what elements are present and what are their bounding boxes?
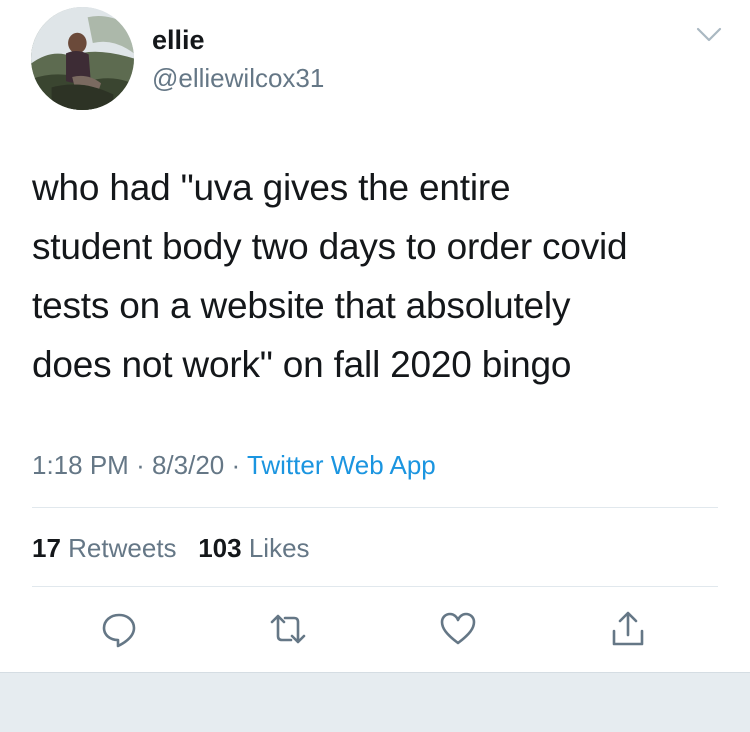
tweet-line: student body two days to order covid — [32, 226, 628, 267]
tweet-line: who had "uva gives the entire — [32, 167, 511, 208]
display-name[interactable]: ellie — [152, 24, 205, 56]
tweet-stats: 17 Retweets 103 Likes — [32, 532, 310, 564]
divider — [32, 507, 718, 508]
tweet-line: tests on a website that absolutely — [32, 285, 571, 326]
retweet-icon — [270, 614, 306, 644]
share-button[interactable] — [608, 609, 648, 649]
tweet-date[interactable]: 8/3/20 — [152, 450, 224, 480]
likes-count: 103 — [198, 533, 242, 563]
retweets-label: Retweets — [68, 533, 177, 563]
tweet-time[interactable]: 1:18 PM — [32, 450, 129, 480]
retweets-stat[interactable]: 17 Retweets — [32, 533, 177, 563]
reply-button[interactable] — [99, 609, 139, 649]
tweet-source[interactable]: Twitter Web App — [247, 450, 436, 480]
tweet-line: does not work" on fall 2020 bingo — [32, 344, 572, 385]
user-handle[interactable]: @elliewilcox31 — [152, 62, 324, 94]
meta-separator: · — [136, 450, 145, 480]
retweet-button[interactable] — [268, 609, 308, 649]
retweets-count: 17 — [32, 533, 61, 563]
tweet-text: who had "uva gives the entire student bo… — [32, 158, 732, 394]
share-icon — [612, 611, 644, 646]
meta-separator: · — [231, 450, 241, 480]
likes-label: Likes — [248, 533, 310, 563]
reply-icon — [102, 613, 136, 648]
chevron-down-icon[interactable] — [696, 27, 722, 43]
bottom-bar — [0, 672, 750, 732]
heart-icon — [440, 612, 476, 645]
avatar-photo — [31, 7, 134, 110]
avatar[interactable] — [31, 7, 134, 110]
like-button[interactable] — [438, 609, 478, 649]
tweet-meta: 1:18 PM · 8/3/20 · Twitter Web App — [32, 448, 436, 482]
divider — [32, 586, 718, 587]
likes-stat[interactable]: 103 Likes — [198, 533, 309, 563]
